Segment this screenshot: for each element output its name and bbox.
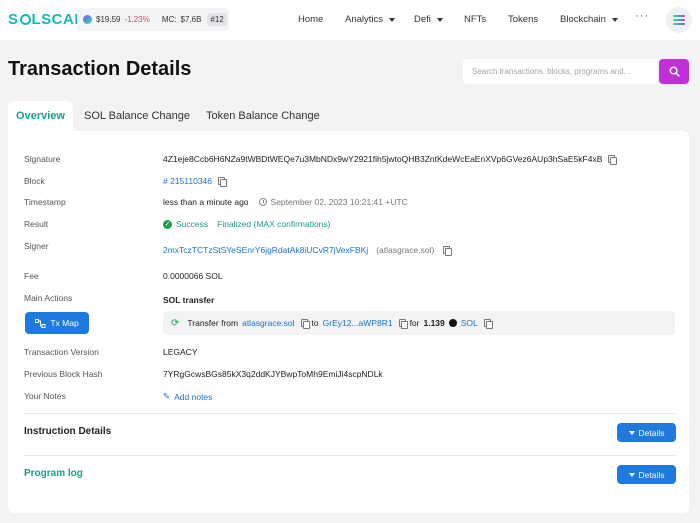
timestamp-absolute: September 02, 2023 10:21:41 +UTC bbox=[270, 197, 408, 207]
logo-text-start: S bbox=[8, 11, 19, 28]
program-log-details-button[interactable]: Details bbox=[617, 465, 676, 484]
nav-nfts-label: NFTs bbox=[464, 14, 487, 25]
copy-icon[interactable] bbox=[483, 319, 493, 329]
copy-icon[interactable] bbox=[443, 246, 453, 256]
chevron-down-icon bbox=[389, 17, 396, 22]
signature-text: 4Z1eje8Ccb6H6NZa9tWBDtWEQe7u3MbNDx9wY292… bbox=[163, 154, 603, 164]
solscan-logo[interactable]: S LSCAN bbox=[8, 11, 86, 28]
transfer-to-link[interactable]: GrEy12...aWP8R1 bbox=[323, 318, 393, 328]
rank-badge: #12 bbox=[207, 13, 227, 26]
result-status: Success bbox=[176, 219, 209, 229]
add-notes-link[interactable]: ✎ Add notes bbox=[163, 391, 212, 402]
nav-tokens-label: Tokens bbox=[508, 14, 539, 25]
fee-value: 0.0000066 SOL bbox=[163, 271, 223, 281]
pencil-icon: ✎ bbox=[163, 391, 171, 401]
transaction-version-value: LEGACY bbox=[163, 347, 198, 357]
hamburger-menu-icon[interactable] bbox=[666, 7, 692, 33]
copy-icon[interactable] bbox=[300, 319, 310, 329]
nav-analytics[interactable]: Analytics bbox=[345, 14, 396, 25]
sol-price: $19.59 bbox=[96, 15, 121, 24]
chevron-down-icon bbox=[628, 430, 635, 435]
tx-map-button[interactable]: Tx Map bbox=[25, 312, 89, 334]
result-value: ✓ Success Finalized (MAX confirmations) bbox=[163, 219, 331, 229]
tab-overview[interactable]: Overview bbox=[8, 101, 73, 131]
market-cap-value: $7.6B bbox=[180, 15, 202, 24]
instruction-details-button[interactable]: Details bbox=[617, 423, 676, 442]
sol-price-change: -1.23% bbox=[124, 15, 150, 24]
sol-transfer-action: ⟳ Transfer from atlasgrace.sol to GrEy12… bbox=[163, 311, 675, 335]
chevron-down-icon bbox=[436, 17, 443, 22]
signature-value: 4Z1eje8Ccb6H6NZa9tWBDtWEQe7u3MbNDx9wY292… bbox=[163, 154, 618, 165]
nav-analytics-label: Analytics bbox=[345, 14, 384, 25]
signer-value: 2mxTczTCTzStSYeSEnrY6jgRdatAk8iUCvR7jVex… bbox=[163, 245, 453, 256]
nav-defi[interactable]: Defi bbox=[414, 14, 443, 25]
check-circle-icon: ✓ bbox=[163, 219, 172, 229]
instruction-details-title: Instruction Details bbox=[24, 426, 112, 437]
block-value: # 215110346 bbox=[163, 176, 228, 187]
details-button-label: Details bbox=[638, 469, 665, 480]
previous-block-hash-label: Previous Block Hash bbox=[24, 369, 103, 379]
clock-icon bbox=[258, 198, 267, 206]
transfer-for-text: for bbox=[409, 318, 420, 328]
market-cap-label: MC: bbox=[161, 15, 177, 24]
sol-price-ticker: $19.59 -1.23% MC: $7.6B #12 bbox=[77, 8, 229, 31]
timestamp-relative: less than a minute ago bbox=[163, 197, 249, 207]
search-button[interactable] bbox=[659, 59, 689, 84]
search-icon bbox=[669, 66, 680, 77]
nav-home[interactable]: Home bbox=[298, 14, 323, 25]
transfer-from-text: Transfer from bbox=[187, 318, 239, 328]
main-action-title: SOL transfer bbox=[163, 295, 215, 305]
tab-token-balance-change[interactable]: Token Balance Change bbox=[206, 101, 320, 131]
timestamp-value: less than a minute ago September 02, 202… bbox=[163, 197, 408, 207]
logo-o-icon bbox=[19, 14, 31, 25]
copy-icon[interactable] bbox=[398, 319, 408, 329]
program-log-title: Program log bbox=[24, 468, 83, 479]
nav-nfts[interactable]: NFTs bbox=[464, 14, 486, 25]
sol-token-link[interactable]: SOL bbox=[461, 318, 478, 328]
result-label: Result bbox=[24, 219, 49, 229]
nav-blockchain-label: Blockchain bbox=[560, 14, 606, 25]
block-link[interactable]: # 215110346 bbox=[163, 176, 212, 186]
chevron-down-icon bbox=[628, 472, 635, 477]
result-finality: Finalized (MAX confirmations) bbox=[217, 219, 331, 229]
transfer-to-text: to bbox=[311, 318, 319, 328]
nav-home-label: Home bbox=[298, 14, 324, 25]
top-navbar: S LSCAN $19.59 -1.23% MC: $7.6B #12 Home … bbox=[0, 0, 700, 40]
your-notes-label: Your Notes bbox=[24, 391, 66, 401]
search-input[interactable]: Search transactions, blocks, programs an… bbox=[463, 59, 657, 84]
previous-block-hash-value: 7YRgGcwsBGs85kX3q2ddKJYBwpToMh9EmiJi4scp… bbox=[163, 369, 383, 379]
signer-label: Signer bbox=[24, 241, 49, 251]
transfer-from-link[interactable]: atlasgrace.sol bbox=[242, 318, 294, 328]
divider bbox=[24, 455, 676, 456]
nav-defi-label: Defi bbox=[414, 14, 431, 25]
transaction-version-label: Transaction Version bbox=[24, 347, 99, 357]
copy-icon[interactable] bbox=[608, 155, 618, 165]
more-menu[interactable]: ··· bbox=[635, 10, 649, 22]
nav-blockchain[interactable]: Blockchain bbox=[560, 14, 618, 25]
timestamp-label: Timestamp bbox=[24, 197, 66, 207]
signer-alias: (atlasgrace.sol) bbox=[376, 245, 435, 255]
sol-token-icon bbox=[448, 319, 457, 327]
solana-icon bbox=[83, 15, 92, 24]
copy-icon[interactable] bbox=[218, 177, 228, 187]
main-actions-label: Main Actions bbox=[24, 293, 73, 303]
signature-label: Signature bbox=[24, 154, 61, 164]
block-label: Block bbox=[24, 176, 45, 186]
nav-tokens[interactable]: Tokens bbox=[508, 14, 538, 25]
page-title: Transaction Details bbox=[8, 58, 192, 80]
flow-map-icon bbox=[35, 318, 46, 328]
details-button-label: Details bbox=[638, 427, 665, 438]
chevron-down-icon bbox=[611, 17, 618, 22]
fee-label: Fee bbox=[24, 271, 39, 281]
signer-address-link[interactable]: 2mxTczTCTzStSYeSEnrY6jgRdatAk8iUCvR7jVex… bbox=[163, 245, 368, 255]
transfer-icon: ⟳ bbox=[171, 317, 180, 329]
tab-sol-balance-change[interactable]: SOL Balance Change bbox=[84, 101, 190, 131]
add-notes-label: Add notes bbox=[174, 391, 213, 402]
tx-map-label: Tx Map bbox=[50, 318, 79, 328]
transfer-amount: 1.139 bbox=[423, 318, 445, 328]
divider bbox=[24, 413, 676, 414]
